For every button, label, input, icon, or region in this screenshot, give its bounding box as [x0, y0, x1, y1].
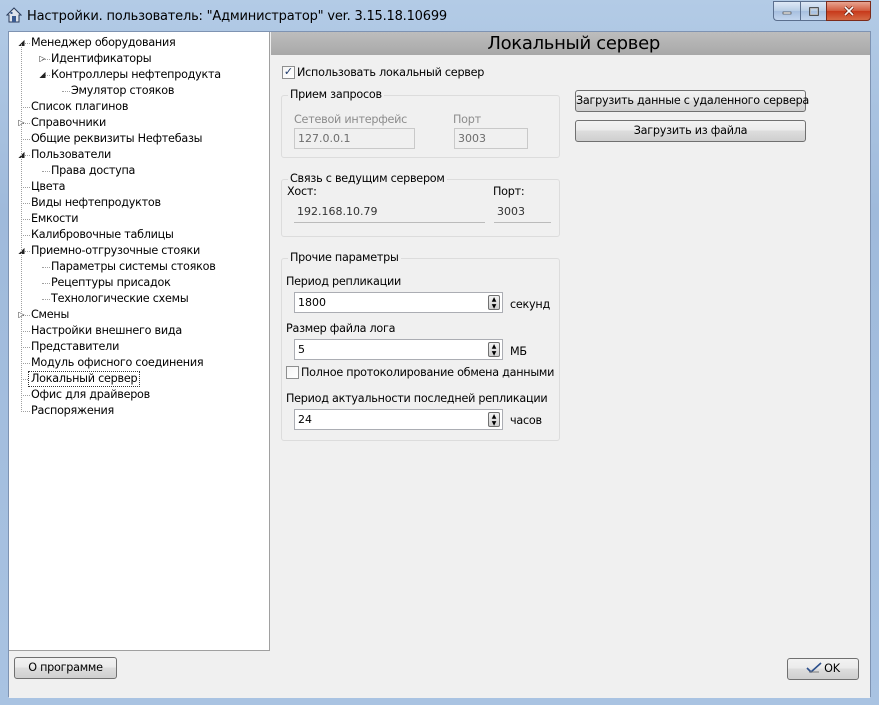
tree-item[interactable]: Цвета — [31, 179, 66, 195]
tree-item[interactable]: Емкости — [31, 211, 79, 227]
replication-period-value: 1800 — [298, 296, 326, 309]
tree-connector — [21, 395, 30, 396]
expand-arrow-icon[interactable]: ▷ — [38, 54, 47, 63]
replication-period-label: Период репликации — [286, 275, 402, 288]
window-title: Настройки. пользователь: "Администратор"… — [27, 9, 447, 24]
actuality-unit: часов — [510, 414, 542, 427]
settings-tree[interactable]: ◢ Менеджер оборудования ▷ Идентификаторы ◢ Ко… — [9, 32, 270, 651]
actuality-period-value: 24 — [298, 413, 312, 426]
tree-connector — [21, 107, 30, 108]
tree-connector — [42, 283, 50, 284]
master-host-label: Хост: — [287, 185, 317, 198]
tree-connector — [21, 347, 30, 348]
replication-unit: секунд — [510, 298, 550, 311]
tree-item[interactable]: Офис для драйверов — [31, 387, 150, 403]
window-frame: Настройки. пользователь: "Администратор"… — [0, 0, 879, 705]
settings-panel: Локальный сервер ✓ Использовать локальны… — [271, 32, 870, 651]
tree-connector — [21, 203, 30, 204]
tree-connector — [21, 44, 22, 412]
about-button[interactable]: О программе — [14, 657, 117, 679]
spin-buttons-icon[interactable]: ▲ ▼ — [488, 295, 500, 310]
spin-buttons-icon[interactable]: ▲ ▼ — [488, 412, 500, 427]
tree-item[interactable]: Справочники — [31, 115, 106, 131]
window-client: ◢ Менеджер оборудования ▷ Идентификаторы ◢ Ко… — [8, 31, 871, 698]
master-port-field[interactable]: 3003 — [494, 202, 551, 223]
tree-item[interactable]: Распоряжения — [31, 403, 114, 419]
collapse-arrow-icon[interactable]: ◢ — [38, 70, 47, 79]
tree-connector — [21, 331, 30, 332]
tree-item[interactable]: Локальный сервер — [28, 371, 141, 387]
tree-item[interactable]: Рецептуры присадок — [51, 275, 171, 291]
network-interface-label: Сетевой интерфейс — [294, 113, 408, 126]
tree-item[interactable]: Виды нефтепродуктов — [31, 195, 161, 211]
minimize-button[interactable] — [773, 1, 800, 21]
tree-connector — [62, 91, 70, 92]
master-server-group: Связь с ведущим сервером Хост: 192.168.1… — [281, 172, 560, 237]
tree-item[interactable]: Модуль офисного соединения — [31, 355, 204, 371]
ok-label: OK — [824, 662, 840, 675]
tree-connector — [21, 363, 30, 364]
request-port-field[interactable]: 3003 — [454, 128, 528, 149]
log-size-unit: МБ — [510, 345, 527, 358]
house-icon — [6, 7, 22, 23]
request-port-label: Порт — [453, 113, 481, 126]
master-host-field[interactable]: 192.168.10.79 — [294, 202, 485, 223]
tree-item[interactable]: Приемно-отгрузочные стояки — [31, 243, 200, 259]
maximize-button[interactable] — [800, 1, 826, 21]
full-logging-checkbox[interactable] — [286, 366, 299, 379]
tree-connector — [21, 139, 30, 140]
other-params-legend: Прочие параметры — [288, 251, 401, 264]
minimize-icon — [782, 11, 792, 15]
tree-connector — [21, 411, 30, 412]
panel-title: Локальный сервер — [271, 32, 870, 55]
bottom-bar: О программе OK — [9, 652, 870, 698]
log-size-stepper[interactable]: 5 ▲ ▼ — [294, 339, 503, 360]
tree-item[interactable]: Калибровочные таблицы — [31, 227, 174, 243]
log-size-label: Размер файла лога — [286, 322, 396, 335]
tree-item[interactable]: Технологические схемы — [51, 291, 189, 307]
tree-item[interactable]: Пользователи — [31, 147, 111, 163]
tree-item[interactable]: Менеджер оборудования — [31, 35, 176, 51]
checkmark-icon: ✓ — [283, 66, 294, 78]
other-params-group: Прочие параметры Период репликации 1800 … — [281, 251, 560, 441]
checkmark-pen-icon — [806, 662, 822, 674]
tree-item[interactable]: Смены — [31, 307, 69, 323]
master-port-label: Порт: — [493, 185, 525, 198]
tree-item[interactable]: Эмулятор стояков — [71, 83, 174, 99]
actuality-period-stepper[interactable]: 24 ▲ ▼ — [294, 409, 503, 430]
use-local-server-checkbox[interactable]: ✓ — [282, 66, 295, 79]
replication-period-stepper[interactable]: 1800 ▲ ▼ — [294, 292, 503, 313]
master-server-legend: Связь с ведущим сервером — [288, 172, 447, 185]
tree-item[interactable]: Представители — [31, 339, 119, 355]
actuality-period-label: Период актуальности последней репликации — [286, 392, 548, 405]
tree-connector — [42, 171, 50, 172]
tree-item[interactable]: Контроллеры нефтепродукта — [51, 67, 221, 83]
ok-button[interactable]: OK — [787, 658, 859, 680]
title-bar[interactable]: Настройки. пользователь: "Администратор"… — [0, 0, 879, 31]
spin-buttons-icon[interactable]: ▲ ▼ — [488, 342, 500, 357]
log-size-value: 5 — [298, 343, 305, 356]
tree-connector — [21, 235, 30, 236]
tree-item[interactable]: Права доступа — [51, 163, 135, 179]
full-logging-label[interactable]: Полное протоколирование обмена данными — [301, 366, 554, 379]
use-local-server-label[interactable]: Использовать локальный сервер — [297, 66, 484, 79]
load-from-file-button[interactable]: Загрузить из файла — [575, 120, 806, 142]
tree-connector — [21, 187, 30, 188]
maximize-icon — [808, 6, 819, 16]
tree-connector — [42, 299, 50, 300]
tree-connector — [42, 267, 50, 268]
tree-item[interactable]: Список плагинов — [31, 99, 128, 115]
requests-group: Прием запросов Сетевой интерфейс 127.0.0… — [281, 88, 560, 158]
tree-item[interactable]: Настройки внешнего вида — [31, 323, 182, 339]
close-button[interactable] — [826, 1, 871, 21]
tree-item[interactable]: Общие реквизиты Нефтебазы — [31, 131, 202, 147]
caption-buttons — [773, 1, 871, 21]
close-icon — [843, 6, 854, 16]
tree-item[interactable]: Параметры системы стояков — [51, 259, 216, 275]
tree-connector — [21, 219, 30, 220]
tree-item[interactable]: Идентификаторы — [51, 51, 152, 67]
requests-legend: Прием запросов — [288, 88, 384, 101]
load-from-remote-button[interactable]: Загрузить данные с удаленного сервера — [575, 90, 809, 112]
network-interface-field[interactable]: 127.0.0.1 — [294, 128, 415, 149]
